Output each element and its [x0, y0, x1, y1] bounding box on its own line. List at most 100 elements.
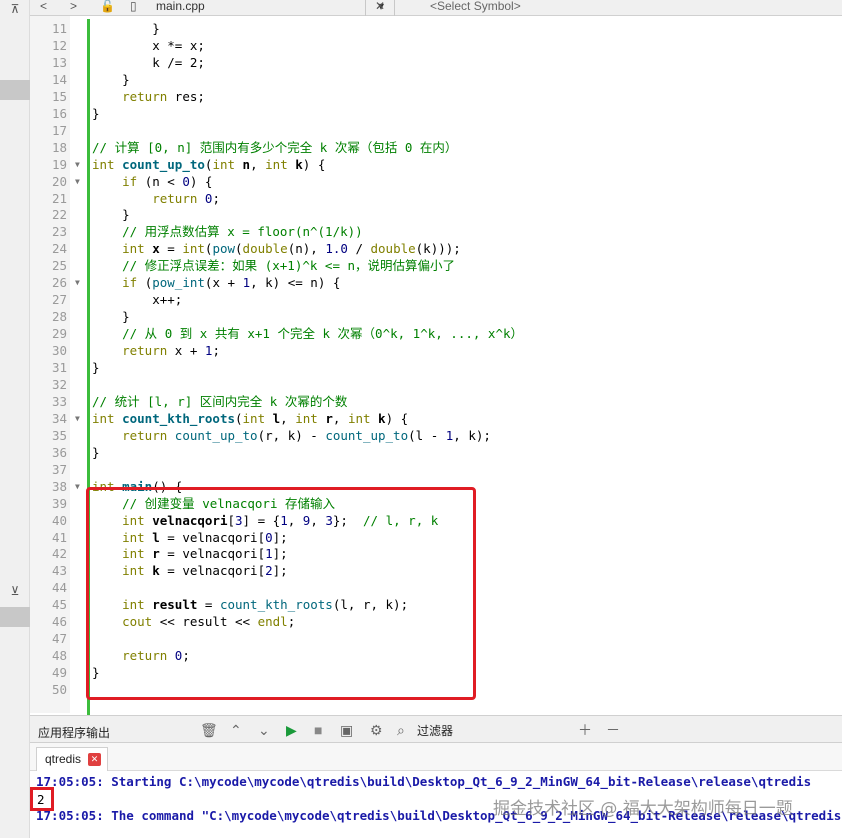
- output-pane-header: 应用程序输出 🗑 ⌃ ⌄ ▶ ■ ▣ ⚙ ⌕ 过滤器 ＋ －: [30, 715, 842, 743]
- sidebar-selected-item[interactable]: [0, 80, 30, 100]
- output-pane-title: 应用程序输出: [38, 726, 111, 740]
- code-line[interactable]: 28 }: [30, 308, 842, 325]
- code-text: }: [92, 360, 100, 375]
- line-number: 26: [51, 275, 67, 291]
- line-number: 46: [51, 614, 67, 630]
- code-line[interactable]: 18 // 计算 [0, n] 范围内有多少个完全 k 次幂（包括 0 在内）: [30, 139, 842, 156]
- code-line[interactable]: 34 ▼ int count_kth_roots(int l, int r, int…: [30, 410, 842, 427]
- code-line[interactable]: 16}: [30, 105, 842, 122]
- line-number: 42: [51, 546, 67, 562]
- code-line[interactable]: 13 k /= 2;: [30, 54, 842, 71]
- line-number: 20: [51, 173, 67, 189]
- code-text: // 从 0 到 x 共有 x+1 个完全 k 次幂（0^k, 1^k, ...…: [122, 326, 524, 342]
- code-line[interactable]: 22 }: [30, 206, 842, 223]
- chevron-down-icon[interactable]: ⌄: [258, 722, 270, 738]
- symbol-selector[interactable]: <Select Symbol>: [430, 0, 521, 12]
- line-number: 19: [51, 156, 67, 172]
- code-text: return 0;: [152, 190, 220, 206]
- line-number: 36: [51, 444, 67, 460]
- code-line[interactable]: 21 return 0;: [30, 190, 842, 207]
- code-line[interactable]: 11 }: [30, 20, 842, 37]
- filter-input[interactable]: 过滤器: [417, 723, 453, 739]
- code-line[interactable]: 32: [30, 376, 842, 393]
- code-text: }: [92, 105, 100, 121]
- code-line[interactable]: 27 x++;: [30, 291, 842, 308]
- code-line[interactable]: 26 ▼ if (pow_int(x + 1, k) <= n) {: [30, 274, 842, 291]
- code-text: k /= 2;: [92, 54, 205, 70]
- output-line: 17:05:05: Starting C:\mycode\mycode\qtre…: [36, 774, 812, 789]
- fold-toggle-icon[interactable]: ▼: [75, 156, 80, 173]
- line-number: 45: [51, 597, 67, 613]
- line-number: 37: [51, 461, 67, 477]
- line-number: 12: [51, 37, 67, 53]
- code-line[interactable]: 29 // 从 0 到 x 共有 x+1 个完全 k 次幂（0^k, 1^k, …: [30, 325, 842, 342]
- debug-icon[interactable]: ▣: [340, 722, 353, 738]
- fold-toggle-icon[interactable]: ▼: [75, 274, 80, 291]
- code-line[interactable]: 36}: [30, 444, 842, 461]
- line-number: 49: [51, 665, 67, 681]
- line-number: 44: [51, 580, 67, 596]
- gear-icon[interactable]: ⚙: [370, 722, 383, 738]
- fold-toggle-icon[interactable]: ▼: [75, 173, 80, 190]
- code-line[interactable]: 35 return count_up_to(r, k) - count_up_t…: [30, 427, 842, 444]
- line-number: 47: [51, 631, 67, 647]
- code-text: // 统计 [l, r] 区间内完全 k 次幂的个数: [92, 393, 348, 409]
- chevron-left-icon[interactable]: <: [40, 0, 47, 16]
- tab-qtredis[interactable]: qtredis ✕: [36, 747, 109, 771]
- line-number: 41: [51, 529, 67, 545]
- code-line[interactable]: 31}: [30, 359, 842, 376]
- search-icon: ⌕: [397, 722, 405, 738]
- line-number: 24: [51, 241, 67, 257]
- line-number: 28: [51, 309, 67, 325]
- line-number: 18: [51, 139, 67, 155]
- line-number: 22: [51, 207, 67, 223]
- code-line[interactable]: 14 }: [30, 71, 842, 88]
- collapse-down-icon[interactable]: ⊻: [8, 584, 22, 598]
- line-number: 50: [51, 682, 67, 698]
- code-line[interactable]: 30 return x + 1;: [30, 342, 842, 359]
- file-selector[interactable]: main.cpp ▾: [156, 0, 396, 15]
- line-number: 16: [51, 105, 67, 121]
- trash-icon[interactable]: 🗑: [200, 722, 218, 738]
- line-number: 27: [51, 292, 67, 308]
- code-line[interactable]: 12 x *= x;: [30, 37, 842, 54]
- file-icon: ▯: [130, 0, 137, 13]
- plus-icon[interactable]: ＋: [578, 722, 592, 738]
- run-icon[interactable]: ▶: [286, 722, 297, 738]
- chevron-right-icon[interactable]: >: [70, 0, 77, 16]
- stop-icon[interactable]: ■: [314, 722, 322, 738]
- line-number: 13: [51, 54, 67, 70]
- code-line[interactable]: 19 ▼ int count_up_to(int n, int k) {: [30, 156, 842, 173]
- close-icon[interactable]: ✕: [88, 753, 102, 766]
- code-line[interactable]: 15 return res;: [30, 88, 842, 105]
- fold-toggle-icon[interactable]: ▼: [75, 478, 80, 495]
- code-text: // 修正浮点误差：如果 (x+1)^k <= n，说明估算偏小了: [122, 258, 456, 274]
- code-text: if (pow_int(x + 1, k) <= n) {: [122, 275, 341, 291]
- code-line[interactable]: 33 // 统计 [l, r] 区间内完全 k 次幂的个数: [30, 393, 842, 410]
- sidebar-selected-item-2[interactable]: [0, 607, 30, 627]
- line-number: 38: [51, 478, 67, 494]
- chevron-up-icon[interactable]: ⌃: [230, 722, 242, 738]
- code-text: return res;: [122, 88, 205, 104]
- minus-icon[interactable]: －: [606, 722, 620, 738]
- code-line[interactable]: 37: [30, 461, 842, 478]
- line-number: 30: [51, 343, 67, 359]
- code-line[interactable]: 20 ▼ if (n < 0) {: [30, 173, 842, 190]
- code-text: if (n < 0) {: [122, 173, 213, 189]
- lock-icon: 🔓: [100, 0, 115, 13]
- code-line[interactable]: 17: [30, 122, 842, 139]
- close-icon[interactable]: ✕: [375, 0, 385, 16]
- watermark: 掘金技术社区 @ 福大大架构师每日一题: [493, 799, 793, 819]
- fold-toggle-icon[interactable]: ▼: [75, 410, 80, 427]
- tab-label: qtredis: [45, 752, 82, 766]
- line-number: 11: [51, 21, 67, 36]
- code-text: }: [92, 207, 130, 223]
- line-number: 48: [51, 648, 67, 664]
- collapse-up-icon[interactable]: ⊼: [8, 2, 22, 16]
- line-number: 14: [51, 71, 67, 87]
- code-line[interactable]: 25 // 修正浮点误差：如果 (x+1)^k <= n，说明估算偏小了: [30, 257, 842, 274]
- code-line[interactable]: 23 // 用浮点数估算 x = floor(n^(1/k)): [30, 223, 842, 240]
- code-line[interactable]: 24 int x = int(pow(double(n), 1.0 / doub…: [30, 240, 842, 257]
- line-number: 17: [51, 122, 67, 138]
- line-number: 39: [51, 495, 67, 511]
